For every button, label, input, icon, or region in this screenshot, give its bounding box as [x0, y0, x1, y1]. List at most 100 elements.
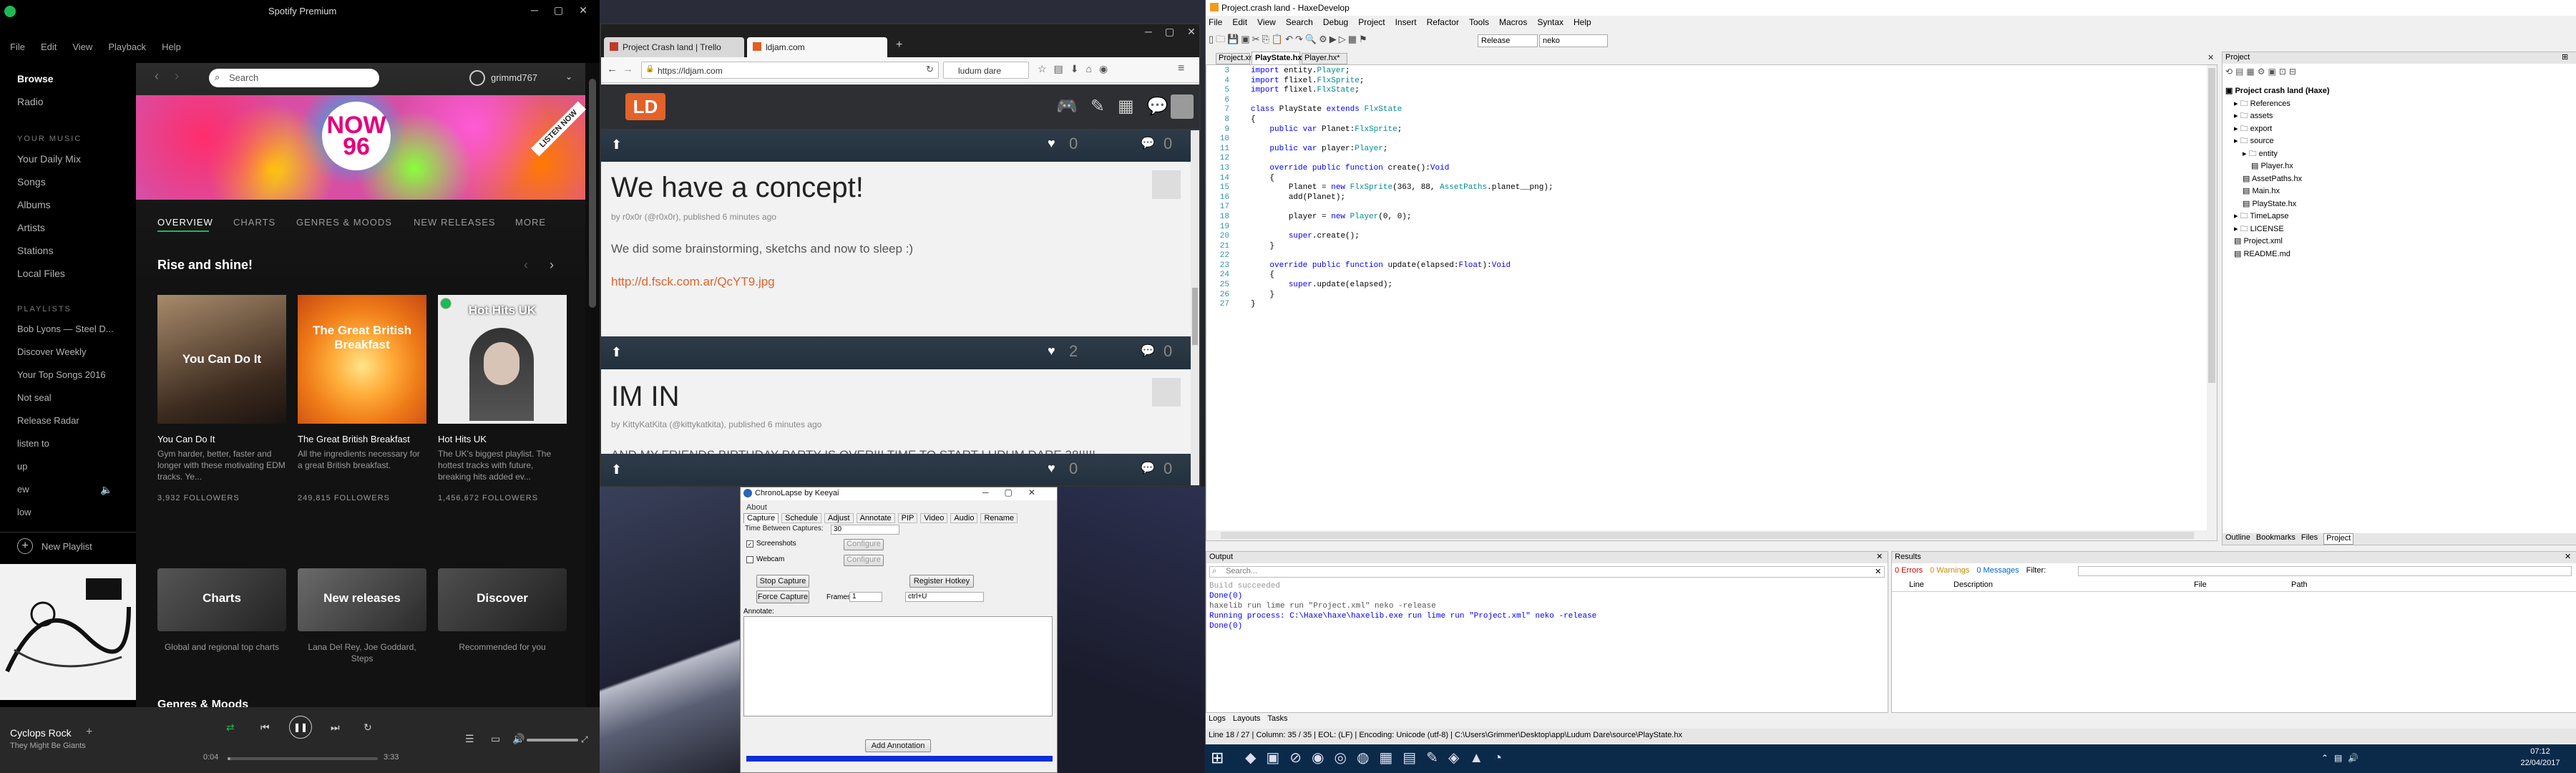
code-line[interactable]: import flixel.FlxState; — [1251, 86, 1553, 96]
chrono-tab[interactable]: Audio — [950, 513, 978, 523]
playlist-item[interactable]: up — [17, 461, 27, 472]
tree-item[interactable]: ▸ 🗀 export — [2225, 123, 2330, 136]
code-editor[interactable]: 3 4 5 6 7 8 9 10 11 12 13 14 15 16 17 18 19 20 21 22 23 24 25 2… — [1206, 64, 2218, 541]
code-line[interactable]: super.create(); — [1251, 232, 1553, 242]
playlist-item[interactable]: Your Top Songs 2016 — [17, 369, 106, 380]
menu-item[interactable]: Insert — [1395, 17, 1417, 27]
tab-overview[interactable]: OVERVIEW — [157, 217, 213, 228]
project-toolbar-icons[interactable]: ⟲▤▦⚙▣⊡⊟ — [2225, 67, 2299, 77]
author-avatar[interactable] — [1152, 378, 1181, 407]
stop-capture-button[interactable]: Stop Capture — [756, 575, 809, 588]
tab-genres[interactable]: GENRES & MOODS — [296, 217, 392, 228]
code-line[interactable]: import entity.Player; — [1251, 67, 1553, 77]
chrono-menu-about[interactable]: About — [746, 503, 767, 512]
user-name[interactable]: grimmd767 — [491, 72, 537, 83]
menu-item[interactable]: Search — [1286, 17, 1313, 27]
card-title[interactable]: You Can Do It — [157, 434, 215, 444]
code-line[interactable]: } — [1251, 291, 1553, 301]
code-line[interactable]: override public function update(elapsed:… — [1251, 261, 1553, 271]
playlist-item[interactable]: Not seal — [17, 392, 52, 403]
build-config-select[interactable]: Release — [1478, 34, 1538, 47]
playlist-item[interactable]: low — [17, 507, 31, 517]
editor-tab[interactable]: Project.xml — [1216, 53, 1257, 64]
code-line[interactable] — [1251, 154, 1553, 164]
library-albums[interactable]: Albums — [17, 199, 51, 210]
comments-icon[interactable]: 💬 — [1141, 461, 1155, 475]
code-line[interactable]: public var Planet:FlxSprite; — [1251, 125, 1553, 135]
code-line[interactable]: import flixel.FlxSprite; — [1251, 77, 1553, 87]
taskbar-app-icons[interactable]: ◆▣⊘◉◎◍▦▤✎◈▲◔ — [1245, 749, 1512, 767]
spotify-scroll-thumb[interactable] — [589, 79, 596, 308]
code-line[interactable]: Planet = new FlxSprite(363, 88, AssetPat… — [1251, 183, 1553, 193]
results-filter-input[interactable] — [2078, 566, 2572, 576]
prev-icon[interactable]: ‹ — [524, 258, 528, 273]
window-controls[interactable]: ─▢✕ — [1145, 26, 1199, 38]
editor-vscroll-thumb[interactable] — [2208, 68, 2215, 383]
ff-scrollbar[interactable] — [1191, 130, 1199, 485]
tree-item[interactable]: ▤ Project.xml — [2225, 235, 2330, 248]
bottom-tab[interactable]: Tasks — [1267, 714, 1287, 726]
tree-item[interactable]: ▸ 🗀 source — [2225, 135, 2330, 148]
menu-item[interactable]: Tools — [1469, 17, 1489, 27]
chrono-tab[interactable]: Schedule — [781, 513, 822, 523]
chrono-tab[interactable]: Capture — [743, 513, 779, 523]
card-image[interactable]: The Great British Breakfast — [298, 295, 426, 424]
col-file[interactable]: File — [2194, 580, 2207, 589]
configure-button[interactable]: Configure — [844, 539, 884, 550]
webcam-checkbox[interactable] — [746, 556, 753, 563]
up-arrow-icon[interactable]: ⬆ — [611, 137, 622, 152]
editor-hscroll-thumb[interactable] — [1221, 532, 2194, 539]
card-title[interactable]: The Great British Breakfast — [298, 434, 410, 444]
editor-tab[interactable]: Player.hx* — [1302, 53, 1347, 64]
volume-slider[interactable] — [527, 739, 578, 742]
messages-filter[interactable]: 0 Messages — [1976, 566, 2019, 578]
playlist-item[interactable]: Bob Lyons — Steel D... — [17, 324, 114, 334]
fullscreen-icon[interactable]: ⤢ — [581, 734, 588, 745]
up-arrow-icon[interactable]: ⬆ — [611, 462, 622, 477]
warnings-filter[interactable]: 0 Warnings — [1930, 566, 1969, 578]
errors-filter[interactable]: 0 Errors — [1895, 566, 1923, 578]
forward-arrow-icon[interactable]: › — [175, 69, 179, 84]
toolbar-icons[interactable]: ☆▤⬇⌂◉ — [1038, 63, 1115, 75]
library-local-files[interactable]: Local Files — [17, 268, 65, 279]
shuffle-icon[interactable]: ⇄ — [226, 721, 235, 734]
artist-name[interactable]: They Might Be Giants — [10, 742, 86, 750]
menu-item[interactable]: File — [1209, 17, 1222, 27]
previous-icon[interactable]: ⏮ — [260, 721, 270, 734]
tree-item[interactable]: ▤ AssetPaths.hx — [2225, 173, 2330, 186]
register-hotkey-button[interactable]: Register Hotkey — [909, 575, 974, 588]
tree-item[interactable]: ▤ README.md — [2225, 248, 2330, 261]
code-line[interactable]: } — [1251, 242, 1553, 252]
queue-icon[interactable]: ☰ — [465, 733, 474, 745]
menu-item[interactable]: Debug — [1323, 17, 1348, 27]
code-line[interactable]: super.update(elapsed); — [1251, 281, 1553, 291]
tree-item[interactable]: ▸ 🗀 entity — [2225, 148, 2330, 161]
author-avatar[interactable] — [1152, 170, 1181, 199]
forward-icon[interactable]: → — [623, 63, 633, 75]
menu-item[interactable]: Macros — [1499, 17, 1527, 27]
add-icon[interactable]: + — [86, 726, 92, 739]
pin-icon[interactable]: ⊞ — [2562, 52, 2568, 62]
panel-tab[interactable]: Files — [2301, 533, 2318, 545]
chrono-tab[interactable]: PIP — [897, 513, 918, 523]
code-line[interactable]: { — [1251, 115, 1553, 125]
card-image[interactable]: You Can Do It — [157, 295, 286, 424]
code-content[interactable]: import entity.Player; import flixel.FlxSp… — [1251, 67, 1553, 310]
code-line[interactable]: player = new Player(0, 0); — [1251, 213, 1553, 223]
hotkey-input[interactable]: ctrl+U — [905, 592, 984, 602]
col-path[interactable]: Path — [2291, 580, 2308, 589]
code-line[interactable] — [1251, 135, 1553, 145]
close-tab-icon[interactable]: ✕ — [2207, 53, 2214, 62]
next-icon[interactable]: › — [550, 258, 554, 273]
genre-charts[interactable]: Charts — [157, 568, 286, 631]
window-controls[interactable]: ─▢✕ — [982, 487, 1051, 497]
tree-item[interactable]: ▣ Project crash land (Haxe) — [2225, 85, 2330, 98]
chevron-down-icon[interactable]: ⌄ — [565, 72, 572, 82]
new-tab-icon[interactable]: + — [896, 39, 902, 52]
clock-time[interactable]: 07:12 — [2512, 747, 2569, 756]
editor-hscroll[interactable] — [1206, 530, 2207, 540]
back-icon[interactable]: ← — [607, 63, 618, 75]
code-line[interactable]: } — [1251, 300, 1553, 310]
post-title[interactable]: IM IN — [611, 381, 680, 413]
screenshots-checkbox[interactable]: ✓ — [746, 540, 753, 548]
